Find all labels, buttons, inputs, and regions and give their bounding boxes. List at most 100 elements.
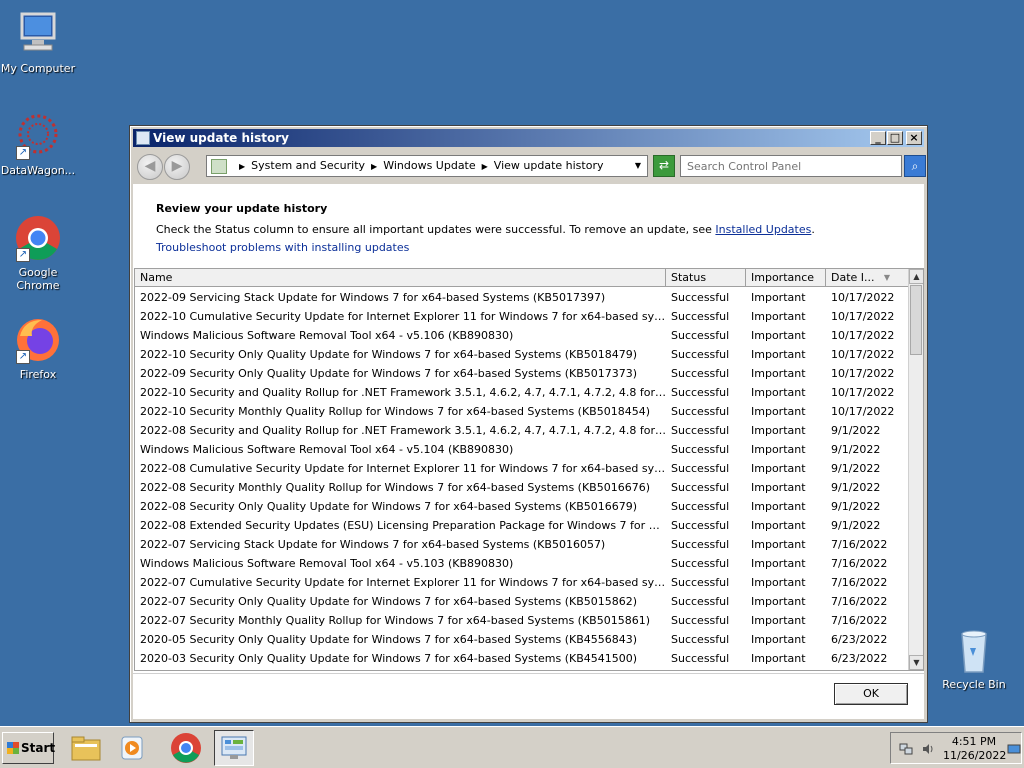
date-installed-cell: 6/23/2022 — [831, 633, 888, 646]
importance-cell: Important — [751, 633, 806, 646]
taskbar-control-panel[interactable] — [214, 730, 254, 766]
minimize-button[interactable]: _ — [870, 131, 886, 145]
status-cell: Successful — [671, 519, 730, 532]
importance-cell: Important — [751, 386, 806, 399]
column-header-importance[interactable]: Importance — [746, 269, 826, 287]
troubleshoot-link[interactable]: Troubleshoot problems with installing up… — [156, 241, 409, 254]
date-column-label: Date I... — [831, 271, 875, 284]
status-cell: Successful — [671, 329, 730, 342]
table-row[interactable]: 2022-08 Cumulative Security Update for I… — [135, 459, 909, 478]
forward-button[interactable]: ▶ — [164, 154, 190, 180]
scroll-down-button[interactable]: ▼ — [909, 655, 923, 670]
taskbar-explorer[interactable] — [66, 730, 106, 766]
window-titlebar[interactable]: View update history _ □ × — [133, 129, 924, 147]
clock-date: 11/26/2022 — [943, 749, 1007, 762]
breadcrumb-chevron-icon[interactable]: ▶ — [482, 162, 488, 171]
search-button[interactable]: ⌕ — [904, 155, 926, 177]
instructions-body: Check the Status column to ensure all im… — [156, 223, 716, 236]
show-desktop-icon[interactable] — [1007, 742, 1021, 756]
search-input[interactable] — [680, 155, 902, 177]
address-dropdown-icon[interactable]: ▼ — [631, 156, 645, 176]
column-header-status[interactable]: Status — [666, 269, 746, 287]
importance-cell: Important — [751, 405, 806, 418]
table-row[interactable]: 2022-08 Extended Security Updates (ESU) … — [135, 516, 909, 535]
table-row[interactable]: 2022-07 Security Monthly Quality Rollup … — [135, 611, 909, 630]
table-row[interactable]: 2022-07 Servicing Stack Update for Windo… — [135, 535, 909, 554]
date-installed-cell: 7/16/2022 — [831, 595, 888, 608]
date-installed-cell: 7/16/2022 — [831, 614, 888, 627]
update-name-cell: 2022-07 Security Only Quality Update for… — [140, 595, 638, 608]
close-button[interactable]: × — [906, 131, 922, 145]
table-row[interactable]: 2022-10 Security and Quality Rollup for … — [135, 383, 909, 402]
table-row[interactable]: 2022-07 Cumulative Security Update for I… — [135, 573, 909, 592]
column-header-date-installed[interactable]: Date I... ▼ — [826, 269, 909, 287]
update-history-list[interactable]: Name Status Importance Date I... ▼ 2022-0… — [134, 268, 924, 671]
installed-updates-link[interactable]: Installed Updates — [715, 223, 811, 236]
shortcut-arrow-icon: ↗ — [16, 146, 30, 160]
importance-cell: Important — [751, 481, 806, 494]
desktop-icon-firefox[interactable]: ↗ Firefox — [0, 316, 76, 381]
table-row[interactable]: 2022-08 Security Only Quality Update for… — [135, 497, 909, 516]
footer-divider — [133, 673, 924, 674]
table-row[interactable]: 2022-08 Security Monthly Quality Rollup … — [135, 478, 909, 497]
status-cell: Successful — [671, 424, 730, 437]
breadcrumb-windows-update[interactable]: Windows Update — [383, 159, 475, 172]
breadcrumb-system-security[interactable]: System and Security — [251, 159, 365, 172]
maximize-button[interactable]: □ — [887, 131, 903, 145]
table-row[interactable]: Windows Malicious Software Removal Tool … — [135, 554, 909, 573]
network-icon[interactable] — [899, 742, 913, 756]
scroll-thumb[interactable] — [910, 285, 922, 355]
chrome-icon: ↗ — [14, 214, 62, 262]
table-row[interactable]: 2022-09 Security Only Quality Update for… — [135, 364, 909, 383]
update-name-cell: 2022-08 Cumulative Security Update for I… — [140, 462, 666, 475]
table-row[interactable]: 2022-10 Security Monthly Quality Rollup … — [135, 402, 909, 421]
status-cell: Successful — [671, 595, 730, 608]
table-row[interactable]: Windows Malicious Software Removal Tool … — [135, 440, 909, 459]
address-bar[interactable]: ▶ System and Security ▶ Windows Update ▶ View… — [206, 155, 648, 177]
refresh-button[interactable]: ⇄ — [653, 155, 675, 177]
taskbar-chrome[interactable] — [166, 730, 206, 766]
status-cell: Successful — [671, 614, 730, 627]
desktop-icon-recycle-bin[interactable]: Recycle Bin — [936, 626, 1012, 691]
list-body: 2022-09 Servicing Stack Update for Windo… — [135, 288, 909, 668]
page-title: Review your update history — [156, 202, 328, 215]
ok-button[interactable]: OK — [834, 683, 908, 705]
table-row[interactable]: 2022-09 Servicing Stack Update for Windo… — [135, 288, 909, 307]
status-cell: Successful — [671, 386, 730, 399]
taskbar-media-player[interactable] — [112, 730, 152, 766]
table-row[interactable]: 2022-10 Security Only Quality Update for… — [135, 345, 909, 364]
table-row[interactable]: 2022-08 Security and Quality Rollup for … — [135, 421, 909, 440]
importance-cell: Important — [751, 652, 806, 665]
desktop-icon-google-chrome[interactable]: ↗ Google Chrome — [0, 214, 76, 292]
importance-cell: Important — [751, 462, 806, 475]
update-name-cell: 2022-10 Security and Quality Rollup for … — [140, 386, 666, 399]
date-installed-cell: 9/1/2022 — [831, 481, 881, 494]
windows-logo-icon — [7, 742, 19, 754]
breadcrumb-chevron-icon[interactable]: ▶ — [371, 162, 377, 171]
vertical-scrollbar[interactable]: ▲ ▼ — [908, 269, 923, 670]
back-button[interactable]: ◀ — [137, 154, 163, 180]
table-row[interactable]: 2020-05 Security Only Quality Update for… — [135, 630, 909, 649]
column-header-name[interactable]: Name — [135, 269, 666, 287]
clock[interactable]: 4:51 PM 11/26/2022 — [943, 735, 1007, 763]
importance-cell: Important — [751, 443, 806, 456]
update-name-cell: 2022-10 Security Only Quality Update for… — [140, 348, 638, 361]
table-row[interactable]: Windows Malicious Software Removal Tool … — [135, 326, 909, 345]
update-name-cell: Windows Malicious Software Removal Tool … — [140, 329, 514, 342]
breadcrumb-view-update-history[interactable]: View update history — [494, 159, 604, 172]
importance-cell: Important — [751, 538, 806, 551]
table-row[interactable]: 2022-10 Cumulative Security Update for I… — [135, 307, 909, 326]
breadcrumb-chevron-icon[interactable]: ▶ — [239, 162, 245, 171]
table-row[interactable]: 2022-07 Security Only Quality Update for… — [135, 592, 909, 611]
volume-icon[interactable] — [921, 742, 935, 756]
folder-icon — [71, 736, 101, 761]
control-panel-icon — [221, 736, 247, 759]
desktop-icon-datawagon[interactable]: ↗ DataWagon... — [0, 112, 76, 177]
desktop-icon-label: Google Chrome — [16, 266, 60, 292]
clock-time: 4:51 PM — [951, 735, 997, 748]
scroll-up-button[interactable]: ▲ — [909, 269, 923, 284]
desktop-icon-my-computer[interactable]: My Computer — [0, 10, 76, 75]
status-cell: Successful — [671, 538, 730, 551]
start-button[interactable]: Start — [2, 732, 55, 764]
table-row[interactable]: 2020-03 Security Only Quality Update for… — [135, 649, 909, 668]
